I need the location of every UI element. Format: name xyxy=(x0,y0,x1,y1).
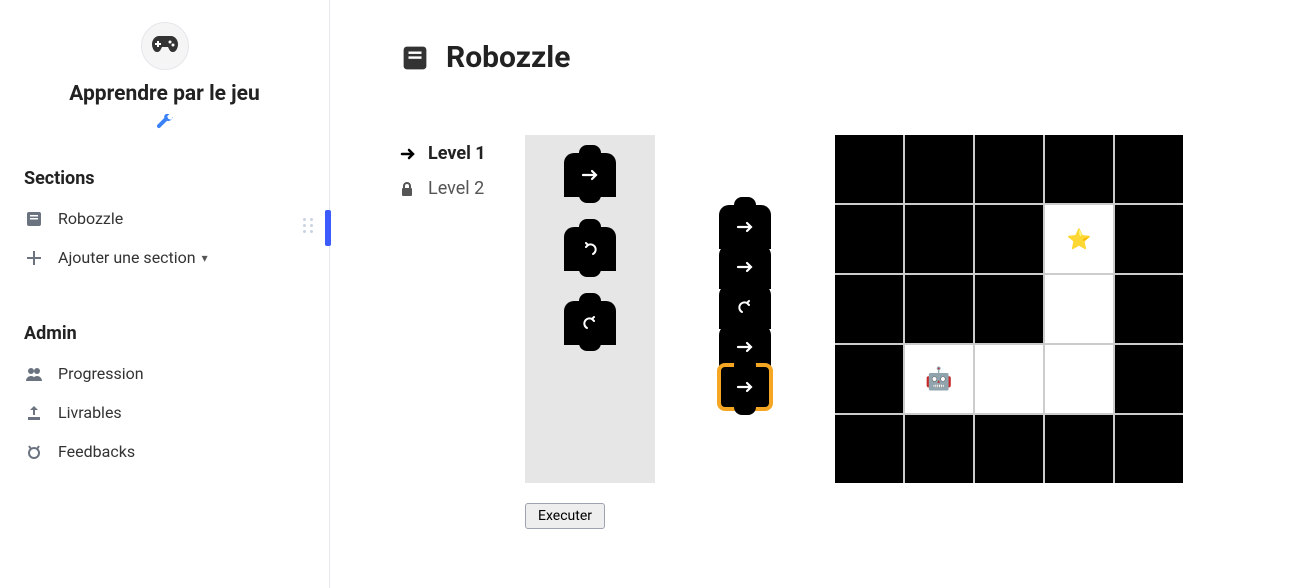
board-cell xyxy=(1045,135,1113,203)
sidebar-item-add-section[interactable]: Ajouter une section ▾ xyxy=(0,238,329,277)
board-cell xyxy=(975,345,1043,413)
execute-button[interactable]: Executer xyxy=(525,503,605,529)
board-cell xyxy=(1045,275,1113,343)
board-cell xyxy=(1115,345,1183,413)
board-cell xyxy=(905,135,973,203)
sidebar-item-robozzle[interactable]: Robozzle xyxy=(0,199,329,238)
sidebar-item-label: Ajouter une section xyxy=(58,248,196,267)
board-cell xyxy=(1115,415,1183,483)
site-title: Apprendre par le jeu xyxy=(0,82,329,106)
level-label: Level 2 xyxy=(428,178,484,199)
game-board: ⭐🤖 xyxy=(835,135,1183,483)
active-section-marker xyxy=(325,210,331,246)
board-cell xyxy=(905,415,973,483)
block-palette xyxy=(525,135,655,483)
site-logo xyxy=(141,22,189,70)
sidebar-item-livrables[interactable]: Livrables xyxy=(0,393,329,432)
board-cell xyxy=(835,345,903,413)
main-content: Robozzle Level 1 Level 2 ⭐🤖 xyxy=(330,0,1300,588)
book-icon xyxy=(400,43,430,73)
sidebar-item-feedbacks[interactable]: Feedbacks xyxy=(0,432,329,471)
game-area: Level 1 Level 2 ⭐🤖 xyxy=(400,135,1260,483)
lock-icon xyxy=(400,182,418,196)
target-icon xyxy=(24,445,44,459)
level-item-1[interactable]: Level 1 xyxy=(400,143,525,164)
board-cell xyxy=(835,415,903,483)
users-icon xyxy=(24,367,44,381)
drag-handle-icon[interactable] xyxy=(303,218,315,233)
board-cell xyxy=(1045,345,1113,413)
program-area[interactable] xyxy=(655,135,835,483)
admin-heading: Admin xyxy=(0,323,329,344)
book-icon xyxy=(24,211,44,227)
board-cell xyxy=(905,275,973,343)
page-title: Robozzle xyxy=(446,40,570,75)
block-turn-right[interactable] xyxy=(564,301,616,345)
level-item-2[interactable]: Level 2 xyxy=(400,178,525,199)
program-stack xyxy=(719,209,771,409)
level-list: Level 1 Level 2 xyxy=(400,135,525,483)
upload-icon xyxy=(24,406,44,420)
board-cell xyxy=(835,205,903,273)
block-forward[interactable] xyxy=(719,365,771,409)
sidebar-item-label: Progression xyxy=(58,364,144,383)
board-cell xyxy=(975,205,1043,273)
sidebar-item-label: Robozzle xyxy=(58,209,123,228)
sidebar-item-progression[interactable]: Progression xyxy=(0,354,329,393)
level-label: Level 1 xyxy=(428,143,486,164)
board-cell xyxy=(1115,275,1183,343)
star-icon: ⭐ xyxy=(1067,227,1092,251)
arrow-right-icon xyxy=(400,146,418,162)
admin-list: Progression Livrables Feedbacks xyxy=(0,354,329,471)
block-turn-left[interactable] xyxy=(564,227,616,271)
board-cell xyxy=(975,275,1043,343)
settings-wrench-icon[interactable] xyxy=(0,114,329,134)
board-cell xyxy=(905,205,973,273)
board-cell xyxy=(975,415,1043,483)
sections-list: Robozzle Ajouter une section ▾ xyxy=(0,199,329,277)
sidebar: Apprendre par le jeu Sections Robozzle A… xyxy=(0,0,330,588)
board-cell xyxy=(1115,135,1183,203)
board-cell xyxy=(835,275,903,343)
board-cell: 🤖 xyxy=(905,345,973,413)
board-cell xyxy=(975,135,1043,203)
board-cell xyxy=(1115,205,1183,273)
page-header: Robozzle xyxy=(400,40,1260,75)
sidebar-item-label: Feedbacks xyxy=(58,442,135,461)
plus-icon xyxy=(24,251,44,265)
sidebar-item-label: Livrables xyxy=(58,403,122,422)
robot-icon: 🤖 xyxy=(925,367,952,392)
block-forward[interactable] xyxy=(564,153,616,197)
gamepad-icon xyxy=(152,36,178,56)
board-cell xyxy=(835,135,903,203)
chevron-down-icon: ▾ xyxy=(202,251,208,265)
board-cell xyxy=(1045,415,1113,483)
board-cell: ⭐ xyxy=(1045,205,1113,273)
sections-heading: Sections xyxy=(0,168,329,189)
